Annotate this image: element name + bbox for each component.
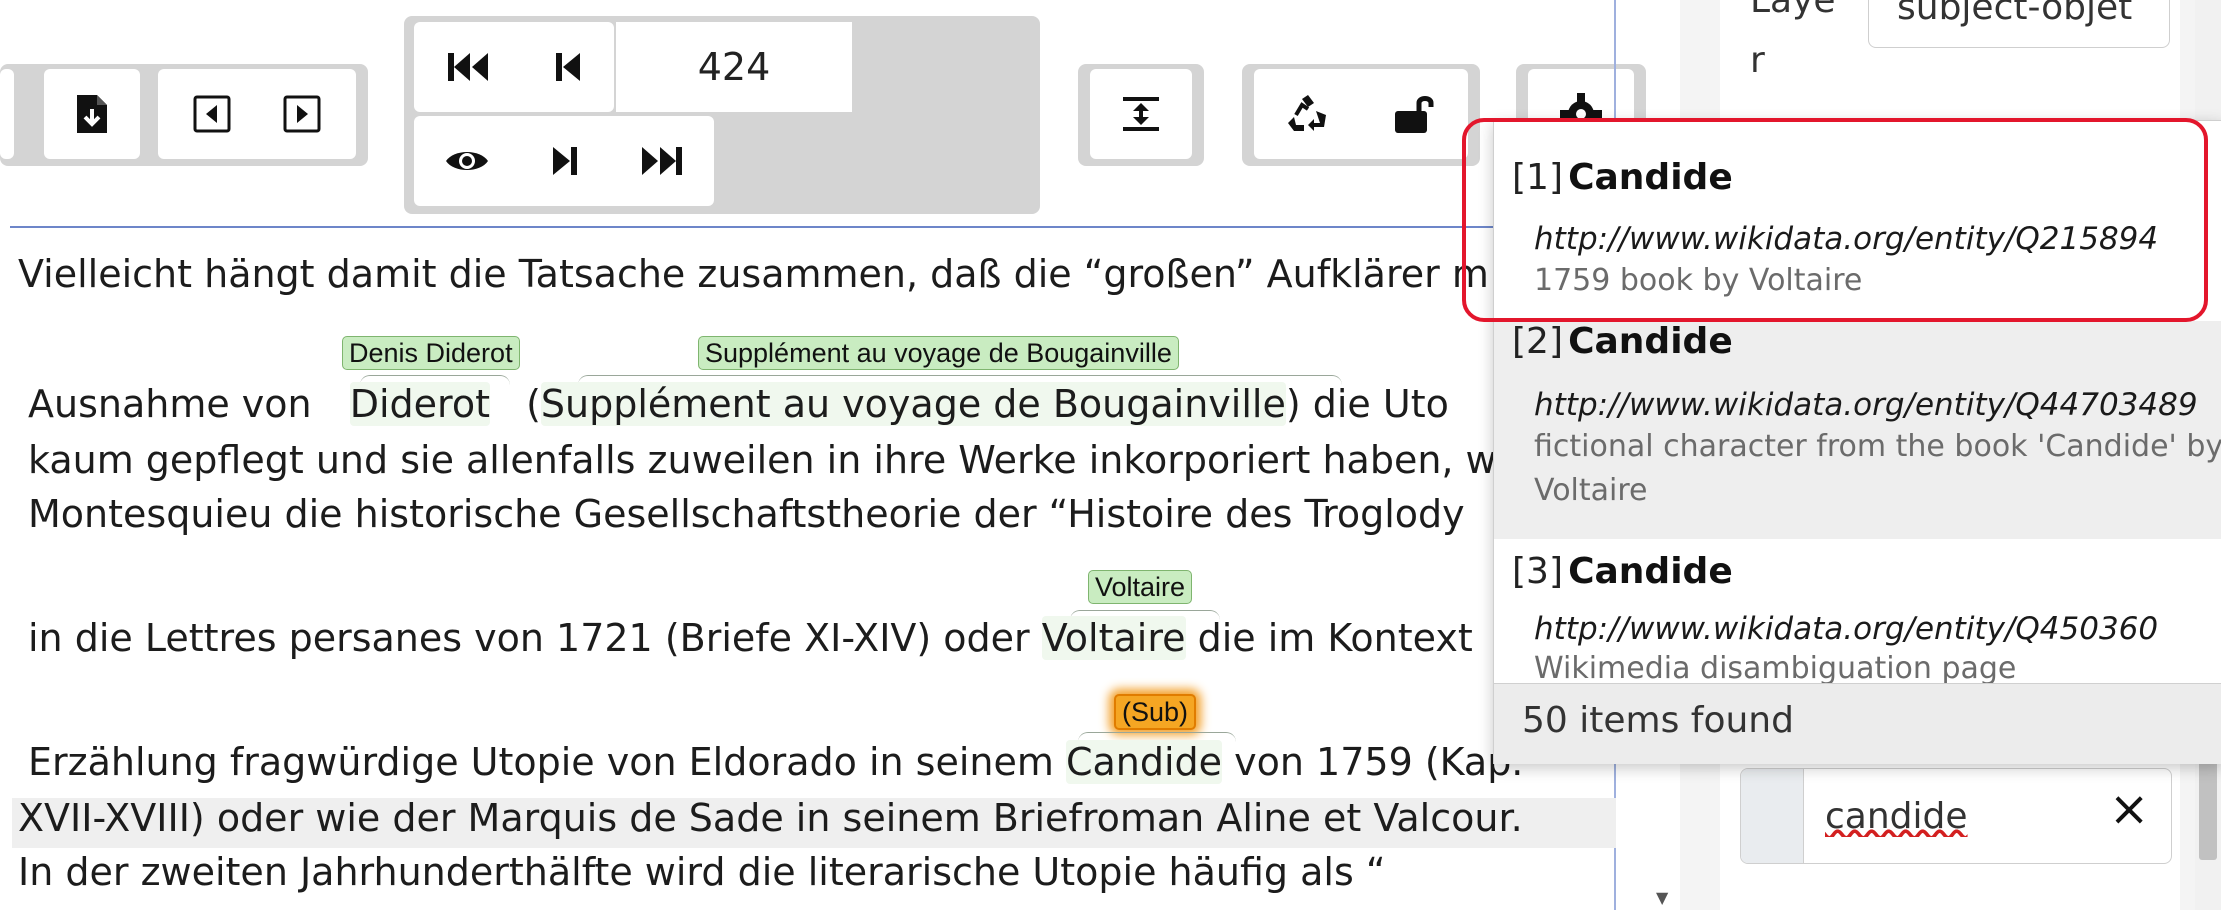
annotated-span-voltaire[interactable]: Voltaire xyxy=(1041,616,1186,660)
caret-right-icon[interactable] xyxy=(282,94,322,134)
annotated-span-supplement[interactable]: Supplément au voyage de Bougainville xyxy=(540,382,1286,426)
dropdown-option[interactable]: [2] Candide http://www.wikidata.org/enti… xyxy=(1494,321,2221,539)
scroll-down-arrow[interactable]: ▼ xyxy=(1656,888,1668,907)
text-fragment: in die Lettres persanes von 1721 (Briefe… xyxy=(28,616,1042,660)
text-height-icon xyxy=(1123,97,1159,131)
highlight-outline xyxy=(1462,118,2208,322)
skip-first-icon xyxy=(447,53,488,81)
doc-line-2: Ausnahme von Diderot (Supplément au voya… xyxy=(28,382,1449,426)
toolbar-divider xyxy=(10,226,1620,228)
doc-line-1: Vielleicht hängt damit die Tatsache zusa… xyxy=(18,252,1489,296)
option-description-cont: Voltaire xyxy=(1534,473,1648,508)
tools-buttons xyxy=(1254,69,1468,159)
doc-line-8: In der zweiten Jahrhunderthälfte wird di… xyxy=(18,850,1386,894)
doc-line-4: Montesquieu die historische Gesellschaft… xyxy=(28,492,1465,536)
annotated-span-candide[interactable]: Candide xyxy=(1065,740,1223,784)
doc-line-7: XVII-XVIII) oder wie der Marquis de Sade… xyxy=(18,796,1523,840)
option-uri[interactable]: http://www.wikidata.org/entity/Q450360 xyxy=(1534,611,2158,647)
text-fragment: Ausnahme von xyxy=(28,382,324,426)
text-fragment: ) die Uto xyxy=(1285,382,1449,426)
skip-last-icon[interactable] xyxy=(640,143,684,179)
option-index: [2] xyxy=(1512,321,1563,362)
doc-line-3: kaum gepflegt und sie allenfalls zuweile… xyxy=(28,438,1497,482)
text-fragment: die im Kontext xyxy=(1185,616,1473,660)
unlock-icon[interactable] xyxy=(1393,93,1437,135)
forward-nav-group xyxy=(414,116,714,206)
option-title: Candide xyxy=(1568,321,1733,362)
toolbar-group-tools xyxy=(1242,64,1480,166)
option-description: fictional character from the book 'Candi… xyxy=(1534,429,2221,464)
clear-icon[interactable]: × xyxy=(2109,781,2149,837)
toolbar-group-export xyxy=(0,64,368,166)
results-count-footer: 50 items found xyxy=(1494,683,2221,764)
layer-select-value: subject-objet xyxy=(1897,0,2133,28)
step-forward-icon[interactable] xyxy=(550,143,580,179)
option-uri[interactable]: http://www.wikidata.org/entity/Q44703489 xyxy=(1534,387,2198,423)
prev-nav-group xyxy=(158,69,356,159)
toolbar-group-format xyxy=(1078,64,1204,166)
text-fragment: von 1759 (Kap. xyxy=(1222,740,1524,784)
option-index: [3] xyxy=(1512,551,1563,592)
annotation-label-diderot[interactable]: Denis Diderot xyxy=(342,336,520,370)
text-height-button[interactable] xyxy=(1090,69,1192,159)
doc-line-5: in die Lettres persanes von 1721 (Briefe… xyxy=(28,616,1473,660)
text-fragment: Erzählung fragwürdige Utopie von Eldorad… xyxy=(28,740,1066,784)
text-fragment: ( xyxy=(513,382,541,426)
toolbar-group-paging: 424 xyxy=(404,16,1040,214)
dropdown-option[interactable]: [3] Candide http://www.wikidata.org/enti… xyxy=(1494,539,2221,686)
eye-icon[interactable] xyxy=(444,145,490,177)
doc-line-6: Erzählung fragwürdige Utopie von Eldorad… xyxy=(28,740,1523,784)
annotated-span-diderot[interactable]: Diderot xyxy=(349,382,490,426)
toolbar: 424 xyxy=(0,0,1680,228)
caret-left-icon[interactable] xyxy=(192,94,232,134)
option-heading: [3] Candide xyxy=(1512,551,1733,592)
file-download-icon xyxy=(77,95,107,133)
layer-label-wrap: r xyxy=(1750,40,1765,81)
page-number-field[interactable]: 424 xyxy=(616,22,852,112)
annotation-label-supplement[interactable]: Supplément au voyage de Bougainville xyxy=(698,336,1179,370)
layer-select[interactable]: subject-objet xyxy=(1868,0,2170,48)
option-title: Candide xyxy=(1568,551,1733,592)
results-count: 50 items found xyxy=(1522,700,1794,741)
layer-label: Laye xyxy=(1750,0,1836,21)
step-back-icon[interactable] xyxy=(553,49,583,85)
first-page-button[interactable] xyxy=(414,22,614,112)
annotation-label-sub-selected[interactable]: (Sub) xyxy=(1114,694,1197,730)
recycle-icon[interactable] xyxy=(1286,93,1330,135)
option-heading: [2] Candide xyxy=(1512,321,1733,362)
annotation-label-voltaire[interactable]: Voltaire xyxy=(1088,570,1193,604)
partial-button[interactable] xyxy=(0,69,14,159)
input-prefix xyxy=(1741,769,1804,863)
search-input-group: × xyxy=(1740,768,2172,864)
search-input[interactable] xyxy=(1823,789,2097,843)
export-button[interactable] xyxy=(44,69,140,159)
